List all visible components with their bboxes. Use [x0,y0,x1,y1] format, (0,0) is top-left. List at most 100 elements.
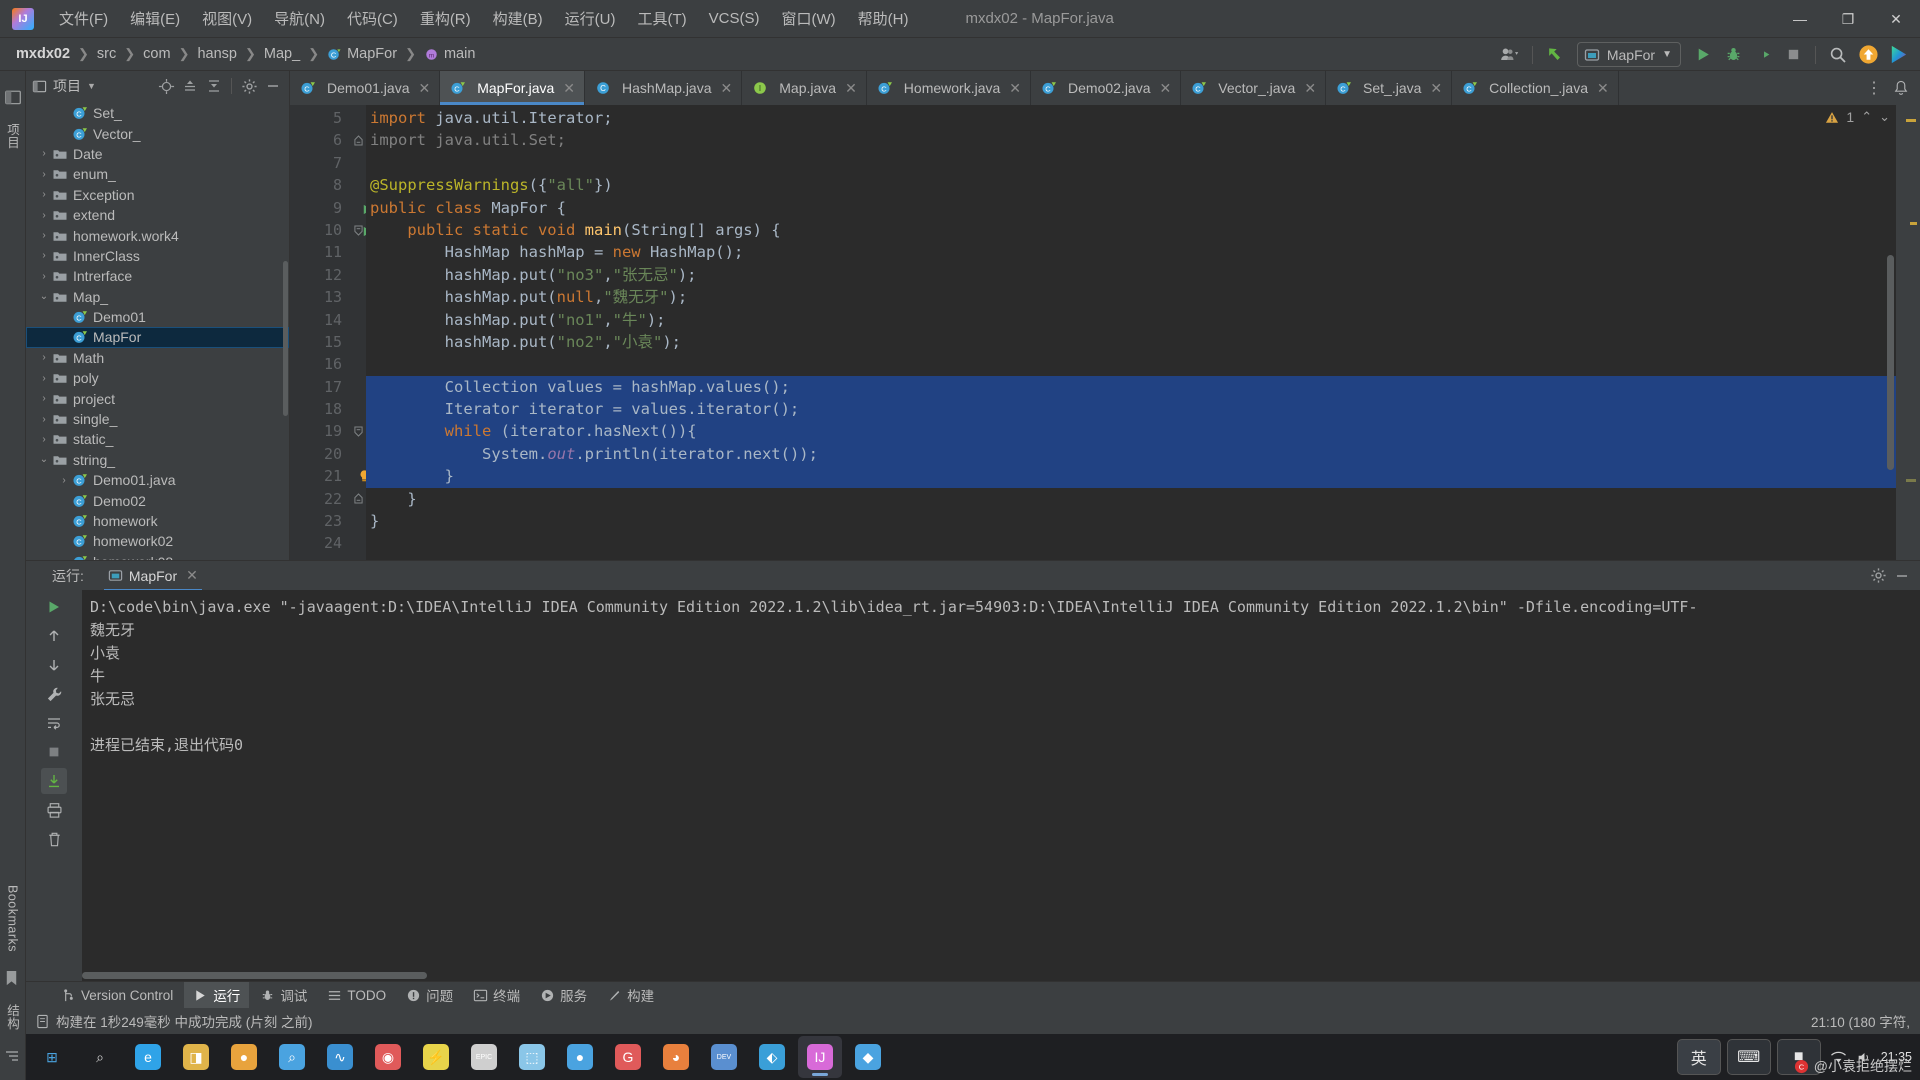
menu-edit[interactable]: 编辑(E) [119,4,191,33]
run-configuration-selector[interactable]: MapFor ▼ [1576,42,1681,67]
bottom-tool--[interactable]: 运行 [184,982,250,1008]
notifications-button[interactable] [1888,71,1914,105]
code-line-24[interactable] [366,532,1896,554]
bottom-tool-version-control[interactable]: Version Control [52,985,182,1006]
expand-all-button[interactable] [180,76,200,96]
close-icon[interactable]: ✕ [721,80,733,97]
close-icon[interactable]: ✕ [186,567,198,584]
run-tab-mapfor[interactable]: MapFor ✕ [100,563,206,592]
warning-stripe[interactable] [1910,222,1917,225]
chevron-down-icon[interactable]: ⌄ [36,454,52,465]
close-icon[interactable]: ✕ [1304,80,1316,97]
taskbar-g-app[interactable]: G [606,1036,650,1078]
hide-panel-button[interactable] [263,76,283,96]
scroll-to-end-button[interactable] [41,768,67,794]
tree-item-intrerface[interactable]: › Intrerface [26,266,289,286]
update-project-button[interactable] [1854,41,1882,69]
editor-tab-collection-java[interactable]: C Collection_.java ✕ [1452,71,1619,105]
updates-button[interactable] [1541,41,1569,69]
tree-item-exception[interactable]: › Exception [26,185,289,205]
close-icon[interactable]: ✕ [1597,80,1609,97]
code-line-16[interactable] [366,353,1896,375]
next-occurrence-button[interactable] [41,652,67,678]
chevron-down-icon[interactable]: ⌄ [36,291,52,302]
structure-icon[interactable] [4,1048,22,1066]
structure-tool-label[interactable]: 结构 [3,1004,22,1030]
code-text[interactable]: import java.util.Iterator; import java.ut… [366,105,1896,560]
chevron-right-icon[interactable]: › [36,250,52,261]
chevron-right-icon[interactable]: › [36,169,52,180]
run-with-coverage-button[interactable] [1749,41,1777,69]
previous-occurrence-button[interactable] [41,623,67,649]
breadcrumb-com[interactable]: com [139,44,174,64]
debug-button[interactable] [1719,41,1747,69]
search-everywhere-button[interactable] [1824,41,1852,69]
chevron-right-icon[interactable]: › [36,189,52,200]
menu-view[interactable]: 视图(V) [191,4,263,33]
tree-item-set-[interactable]: C Set_ [26,103,289,123]
maximize-button[interactable]: ❐ [1824,0,1872,38]
tree-item-static-[interactable]: › static_ [26,429,289,449]
inspection-widget[interactable]: 1 ⌃ ⌄ [1825,109,1890,125]
editor-tab-demo01-java[interactable]: C Demo01.java ✕ [290,71,441,105]
locate-file-button[interactable] [156,76,176,96]
console-horizontal-scrollbar[interactable] [82,972,427,979]
project-panel-title[interactable]: 项目 ▼ [32,76,96,96]
tree-item-innerclass[interactable]: › InnerClass [26,246,289,266]
chevron-right-icon[interactable]: › [36,414,52,425]
code-line-23[interactable]: } [366,510,1896,532]
menu-build[interactable]: 构建(B) [482,4,554,33]
tree-item-demo01-java[interactable]: › C Demo01.java [26,470,289,490]
fold-marker-19[interactable] [350,420,366,442]
code-line-10[interactable]: public static void main(String[] args) { [366,219,1896,241]
rerun-button[interactable] [41,594,67,620]
code-line-17[interactable]: Collection values = hashMap.values(); [366,375,1896,399]
taskbar-firefox-browser[interactable]: ◕ [654,1036,698,1078]
menu-tools[interactable]: 工具(T) [626,4,697,33]
chevron-right-icon[interactable]: › [36,271,52,282]
code-line-14[interactable]: hashMap.put("no1","牛"); [366,309,1896,331]
bookmarks-tool-label[interactable]: Bookmarks [6,885,20,952]
stop-process-button[interactable] [41,739,67,765]
taskbar-dev-app[interactable]: DEV [702,1036,746,1078]
tree-item-map-[interactable]: ⌄ Map_ [26,287,289,307]
fold-marker-6[interactable] [350,129,366,151]
project-settings-button[interactable] [239,76,259,96]
taskbar-vscode-app[interactable]: ⬖ [750,1036,794,1078]
code-editor[interactable]: 5 6 7 8 9 10 11 12 13 14 15 16 17 18 19 20 21 22 23 24 impo… [290,105,1920,560]
code-line-8[interactable]: @SuppressWarnings({"all"}) [366,174,1896,196]
bottom-tool--[interactable]: 调试 [251,982,316,1008]
close-button[interactable]: ✕ [1872,0,1920,38]
account-button[interactable] [1496,41,1524,69]
close-icon[interactable]: ✕ [563,80,575,97]
tree-item-mapfor[interactable]: C MapFor [26,327,289,348]
chevron-right-icon[interactable]: › [36,352,52,363]
close-icon[interactable]: ✕ [845,80,857,97]
collapse-all-button[interactable] [204,76,224,96]
bottom-tool-todo[interactable]: TODO [318,985,395,1006]
tree-item-string-[interactable]: ⌄ string_ [26,450,289,470]
tree-item-demo01[interactable]: C Demo01 [26,307,289,327]
bottom-tool--[interactable]: 构建 [598,982,663,1008]
menu-run[interactable]: 运行(U) [554,4,627,33]
editor-tab-demo02-java[interactable]: C Demo02.java ✕ [1031,71,1182,105]
menu-refactor[interactable]: 重构(R) [409,4,482,33]
soft-wrap-button[interactable] [41,710,67,736]
chevron-right-icon[interactable]: › [56,475,72,486]
menu-code[interactable]: 代码(C) [336,4,409,33]
taskbar-record-app[interactable]: ◉ [366,1036,410,1078]
tree-item-extend[interactable]: › extend [26,205,289,225]
tree-item-project[interactable]: › project [26,388,289,408]
close-icon[interactable]: ✕ [419,80,431,97]
chevron-right-icon[interactable]: › [36,210,52,221]
close-icon[interactable]: ✕ [1009,80,1021,97]
editor-tab-set-java[interactable]: C Set_.java ✕ [1326,71,1453,105]
bottom-tool--[interactable]: 服务 [531,982,596,1008]
taskbar-media-app[interactable]: ∿ [318,1036,362,1078]
chevron-right-icon[interactable]: › [36,148,52,159]
breadcrumb-src[interactable]: src [93,44,120,64]
menu-help[interactable]: 帮助(H) [847,4,920,33]
ime-language-key[interactable]: 英 [1676,1039,1721,1075]
breadcrumb-project[interactable]: mxdx02 [12,44,74,64]
close-icon[interactable]: ✕ [1160,80,1172,97]
